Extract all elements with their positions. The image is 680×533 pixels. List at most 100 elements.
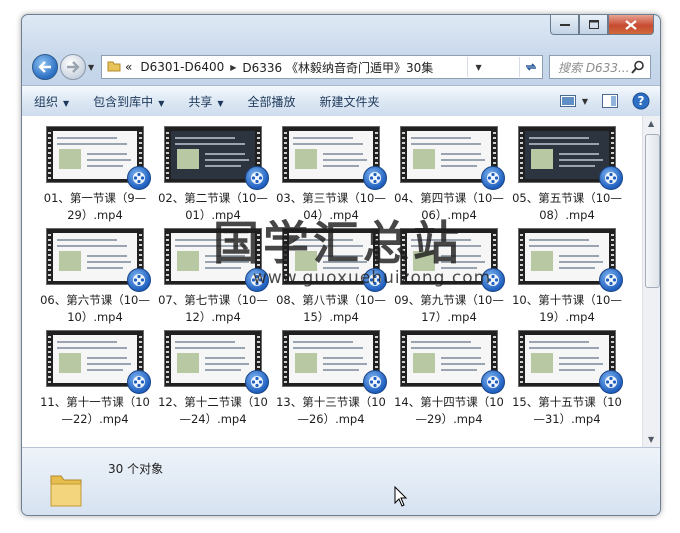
file-item[interactable]: 03、第三节课（10—04）.mp4 xyxy=(272,126,390,224)
chevron-down-icon: ▼ xyxy=(158,98,165,108)
chevron-down-icon: ▼ xyxy=(581,96,588,106)
view-options-button[interactable]: ▼ xyxy=(559,95,588,107)
back-button[interactable] xyxy=(32,54,58,80)
media-player-icon xyxy=(481,166,505,190)
media-player-icon xyxy=(245,166,269,190)
film-strip xyxy=(48,333,51,385)
video-frame xyxy=(407,131,491,179)
video-frame xyxy=(289,335,373,383)
breadcrumb-chevron-icon[interactable]: ▶ xyxy=(228,63,238,72)
maximize-button[interactable] xyxy=(579,15,608,35)
file-name: 10、第十节课（10—19）.mp4 xyxy=(512,293,622,324)
media-player-icon xyxy=(127,370,151,394)
folder-icon xyxy=(102,60,121,75)
svg-text:?: ? xyxy=(638,94,645,108)
organize-menu[interactable]: 组织 ▼ xyxy=(22,93,81,110)
video-thumbnail xyxy=(46,126,151,190)
video-frame xyxy=(525,335,609,383)
help-icon[interactable]: ? xyxy=(632,92,650,110)
video-frame xyxy=(525,131,609,179)
close-button[interactable] xyxy=(608,15,654,35)
media-player-icon xyxy=(599,268,623,292)
item-count: 30 个对象 xyxy=(108,462,164,476)
video-thumbnail xyxy=(518,228,623,292)
view-icon xyxy=(559,95,576,107)
film-strip xyxy=(402,129,405,181)
file-item[interactable]: 02、第二节课（10—01）.mp4 xyxy=(154,126,272,224)
breadcrumb-item[interactable]: D6301-D6400 xyxy=(136,60,228,74)
maximize-icon xyxy=(588,20,599,29)
video-thumbnail xyxy=(46,330,151,394)
video-thumbnail xyxy=(164,330,269,394)
video-thumbnail xyxy=(46,228,151,292)
file-item[interactable]: 13、第十三节课（10—26）.mp4 xyxy=(272,330,390,428)
breadcrumb-item[interactable]: D6336 《林毅纳音奇门遁甲》30集 xyxy=(238,59,437,76)
scroll-up-icon[interactable]: ▲ xyxy=(648,119,654,128)
search-input[interactable]: 搜索 D633... xyxy=(550,59,631,76)
media-player-icon xyxy=(599,370,623,394)
include-library-menu[interactable]: 包含到库中 ▼ xyxy=(81,93,176,110)
command-bar: 组织 ▼ 包含到库中 ▼ 共享 ▼ 全部播放 新建文件夹 ▼ ? xyxy=(22,85,660,117)
breadcrumb-overflow[interactable]: « xyxy=(121,60,136,74)
file-item[interactable]: 12、第十二节课（10—24）.mp4 xyxy=(154,330,272,428)
video-thumbnail xyxy=(518,330,623,394)
file-item[interactable]: 11、第十一节课（10—22）.mp4 xyxy=(36,330,154,428)
minimize-icon xyxy=(559,23,570,26)
file-name: 01、第一节课（9—29）.mp4 xyxy=(43,191,147,222)
video-frame xyxy=(525,233,609,281)
file-item[interactable]: 05、第五节课（10—08）.mp4 xyxy=(508,126,626,224)
video-thumbnail xyxy=(164,126,269,190)
file-item[interactable]: 06、第六节课（10—10）.mp4 xyxy=(36,228,154,326)
minimize-button[interactable] xyxy=(550,15,579,35)
video-frame xyxy=(407,335,491,383)
watermark: 国学汇总站 www.guoxuehuizong.com xyxy=(213,218,491,288)
scrollbar-thumb[interactable] xyxy=(645,134,660,288)
vertical-scrollbar[interactable]: ▲ ▼ xyxy=(642,116,660,447)
media-player-icon xyxy=(127,268,151,292)
caption-buttons xyxy=(550,15,654,35)
preview-pane-icon[interactable] xyxy=(602,94,618,108)
organize-label: 组织 xyxy=(34,94,59,109)
file-name: 15、第十五节课（10—31）.mp4 xyxy=(512,395,622,426)
media-player-icon xyxy=(245,370,269,394)
file-name: 05、第五节课（10—08）.mp4 xyxy=(512,191,622,222)
include-library-label: 包含到库中 xyxy=(93,94,154,109)
file-name: 06、第六节课（10—10）.mp4 xyxy=(40,293,150,324)
chevron-down-icon: ▼ xyxy=(217,98,224,108)
details-pane: 30 个对象 xyxy=(22,447,660,515)
refresh-button[interactable] xyxy=(518,57,542,77)
toolbar-right: ▼ ? xyxy=(559,92,660,110)
new-folder-button[interactable]: 新建文件夹 xyxy=(308,93,392,110)
file-item[interactable]: 04、第四节课（10—06）.mp4 xyxy=(390,126,508,224)
scroll-down-icon[interactable]: ▼ xyxy=(648,435,654,444)
chevron-down-icon: ▼ xyxy=(475,62,482,72)
file-item[interactable]: 10、第十节课（10—19）.mp4 xyxy=(508,228,626,326)
watermark-url: www.guoxuehuizong.com xyxy=(253,268,492,288)
address-dropdown[interactable]: ▼ xyxy=(466,57,490,77)
share-menu[interactable]: 共享 ▼ xyxy=(176,93,235,110)
recent-pages-dropdown[interactable]: ▼ xyxy=(88,63,94,72)
play-all-button[interactable]: 全部播放 xyxy=(236,93,308,110)
arrow-left-icon xyxy=(38,61,51,73)
video-frame xyxy=(171,131,255,179)
file-item[interactable]: 15、第十五节课（10—31）.mp4 xyxy=(508,330,626,428)
video-frame xyxy=(53,335,137,383)
search-icon[interactable] xyxy=(631,60,645,74)
chevron-down-icon: ▼ xyxy=(63,98,70,108)
file-item[interactable]: 01、第一节课（9—29）.mp4 xyxy=(36,126,154,224)
forward-button[interactable] xyxy=(60,54,86,80)
file-name: 14、第十四节课（10—29）.mp4 xyxy=(394,395,504,426)
film-strip xyxy=(166,129,169,181)
film-strip xyxy=(520,129,523,181)
media-player-icon xyxy=(363,370,387,394)
search-box[interactable]: 搜索 D633... xyxy=(549,55,651,79)
refresh-icon xyxy=(525,63,536,71)
file-item[interactable]: 14、第十四节课（10—29）.mp4 xyxy=(390,330,508,428)
folder-icon xyxy=(48,468,84,511)
video-thumbnail xyxy=(518,126,623,190)
video-thumbnail xyxy=(400,330,505,394)
video-frame xyxy=(53,131,137,179)
media-player-icon xyxy=(599,166,623,190)
address-bar[interactable]: « D6301-D6400 ▶ D6336 《林毅纳音奇门遁甲》30集 ▼ xyxy=(101,55,543,79)
share-label: 共享 xyxy=(188,94,213,109)
